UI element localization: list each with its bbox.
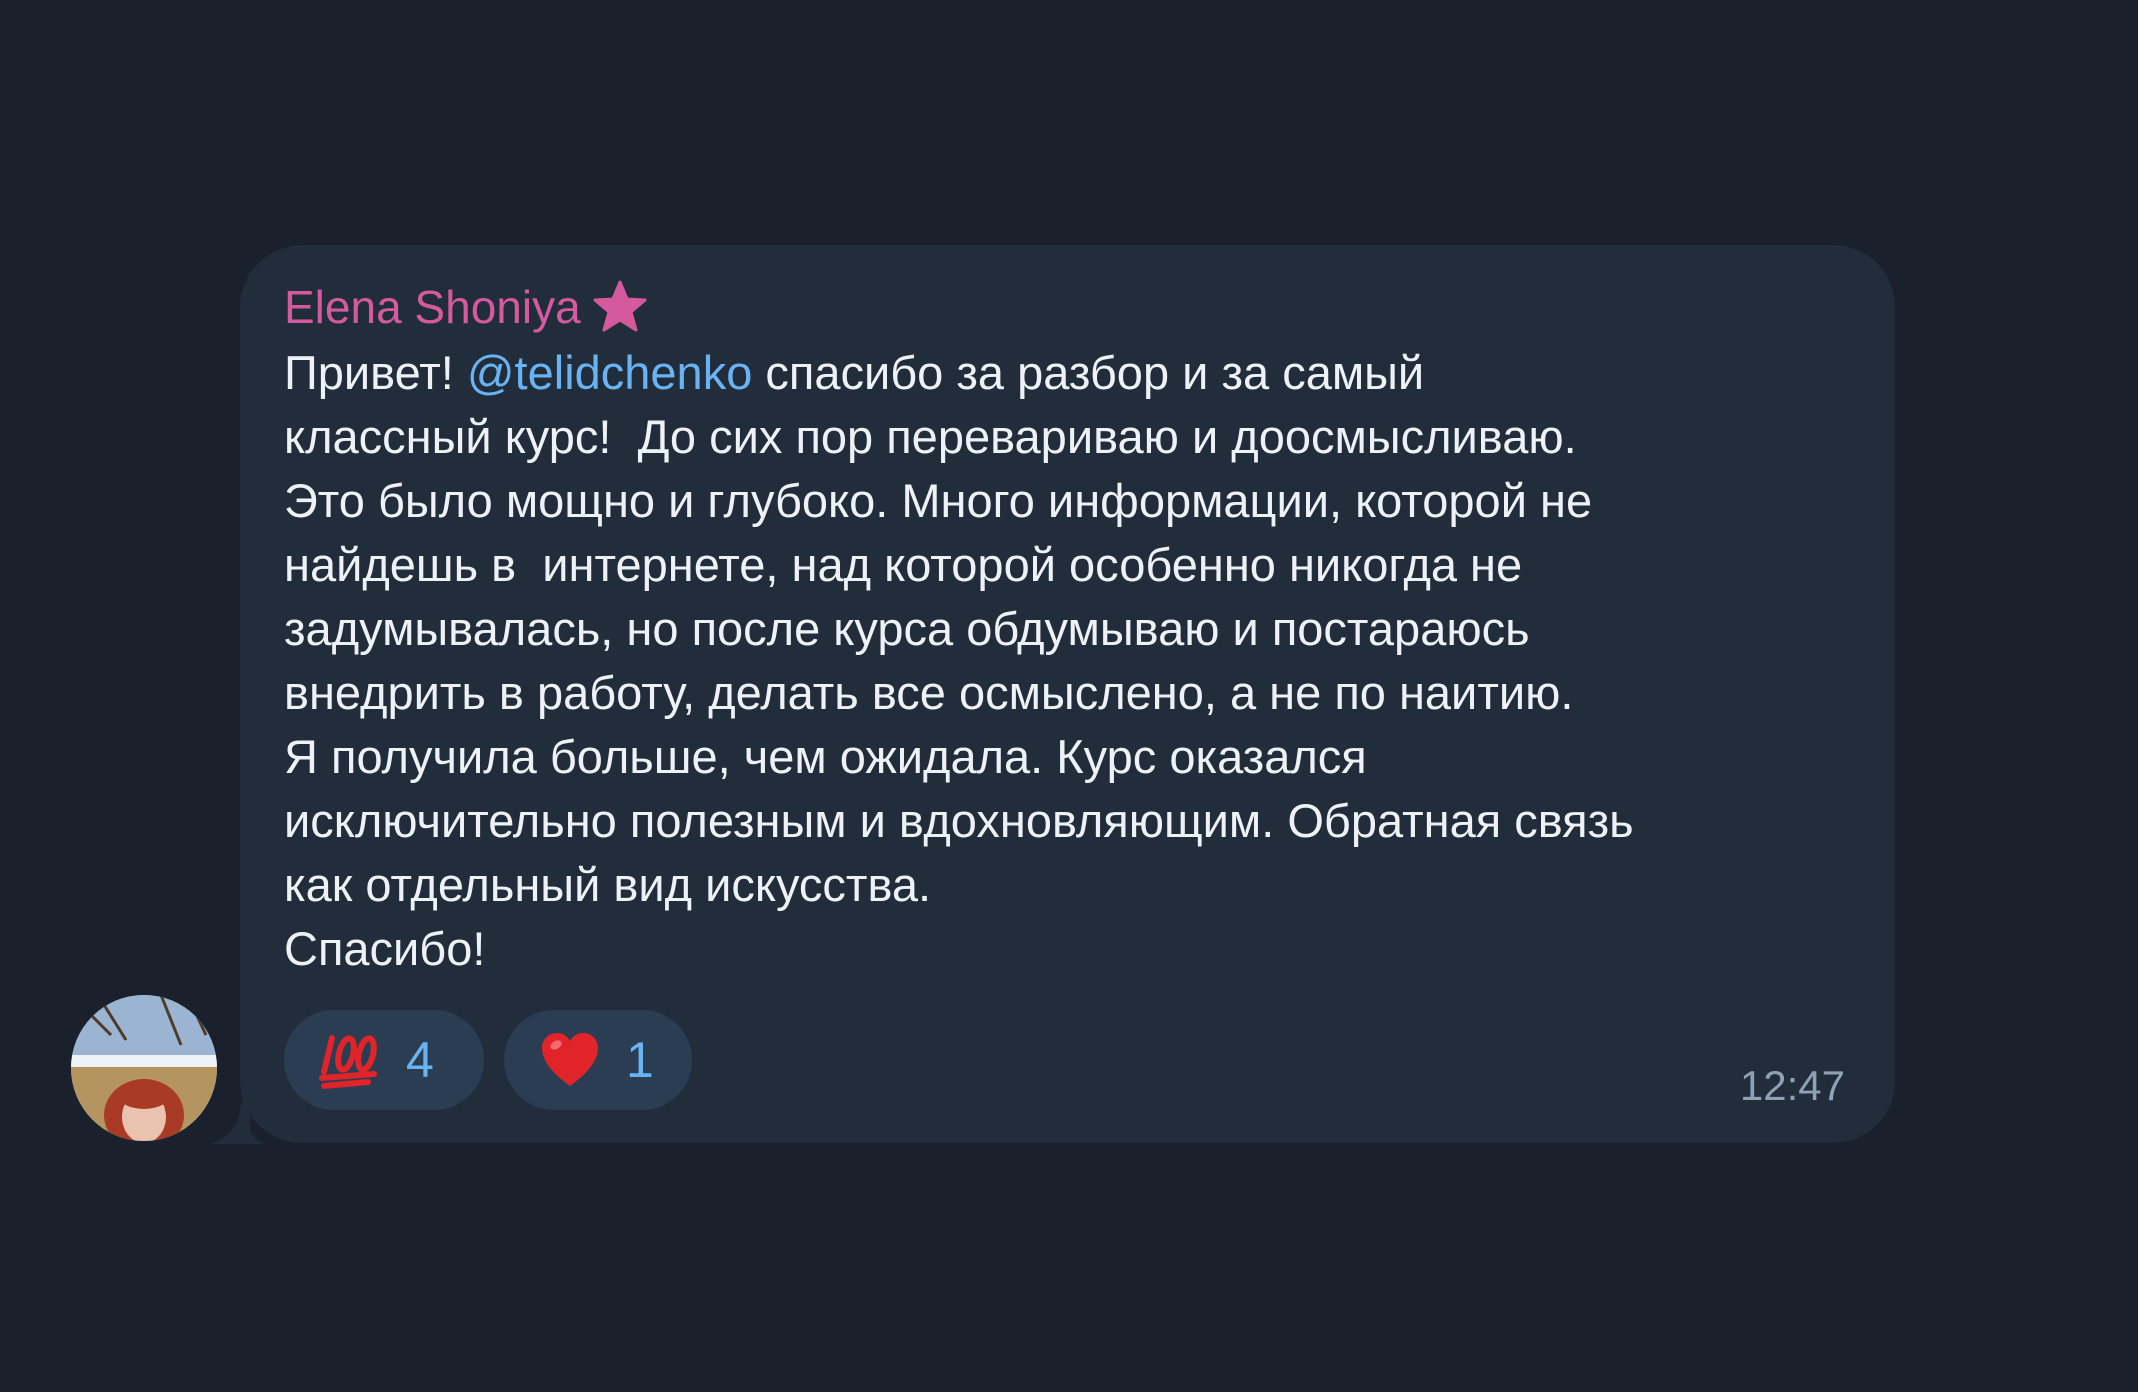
hundred-points-icon	[319, 1035, 377, 1089]
reaction-count: 1	[626, 1032, 654, 1088]
star-icon	[593, 280, 647, 332]
message-bubble[interactable]: Elena Shoniya Привет! @telidchenko спаси…	[240, 245, 1895, 1143]
sender-header: Elena Shoniya	[284, 277, 649, 337]
reaction-hundred-points[interactable]: 4	[284, 1010, 484, 1110]
reactions-bar: 4 1	[284, 1010, 692, 1110]
message-time: 12:47	[1739, 1062, 1845, 1109]
reaction-count: 4	[406, 1032, 434, 1088]
message-text-intro: Привет!	[284, 346, 467, 399]
message-text-body: спасибо за разбор и за самый классный ку…	[284, 346, 1634, 975]
sender-name[interactable]: Elena Shoniya	[284, 277, 581, 337]
message-row: Elena Shoniya Привет! @telidchenko спаси…	[0, 0, 2138, 1392]
avatar[interactable]	[71, 995, 217, 1141]
avatar-image	[71, 995, 217, 1141]
message-text: Привет! @telidchenko спасибо за разбор и…	[284, 341, 1864, 981]
reaction-heart[interactable]: 1	[504, 1010, 692, 1110]
mention-link[interactable]: @telidchenko	[467, 346, 753, 399]
heart-icon	[542, 1033, 598, 1086]
